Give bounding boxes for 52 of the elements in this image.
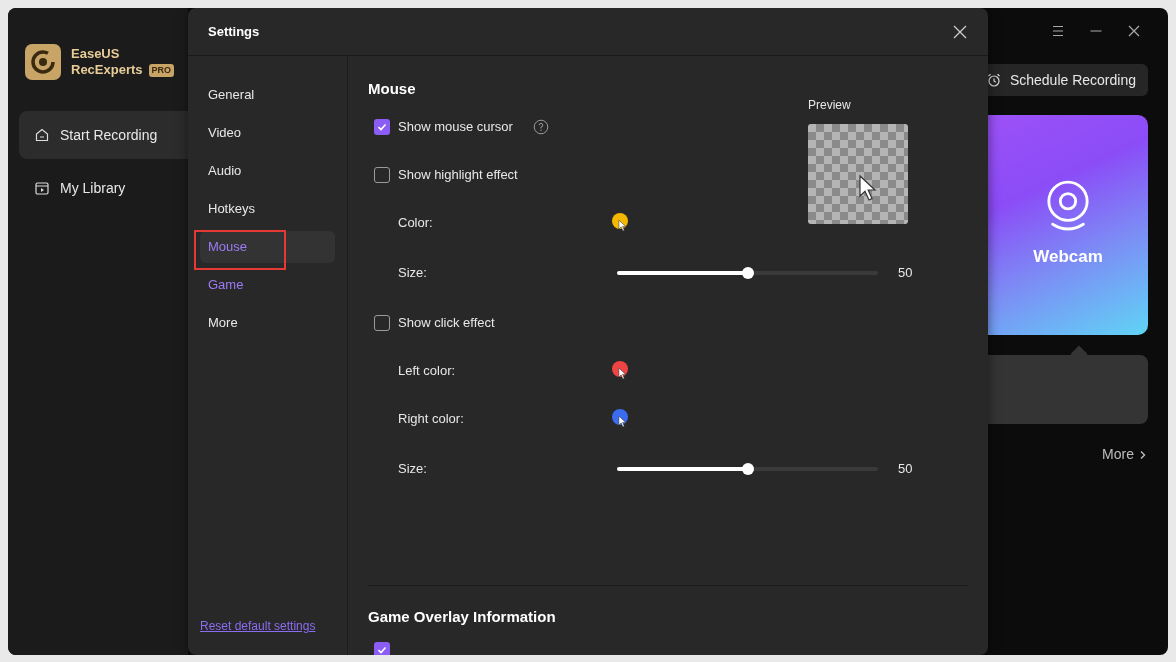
chevron-right-icon <box>1138 449 1148 460</box>
setting-label: Size: <box>398 459 428 478</box>
menu-icon[interactable] <box>1050 23 1066 39</box>
more-link[interactable]: More <box>1102 444 1148 465</box>
alarm-clock-icon <box>985 72 1002 88</box>
setting-label: Left color: <box>398 361 457 380</box>
settings-nav-item[interactable]: Mouse <box>200 231 335 263</box>
slider-thumb[interactable] <box>741 462 754 475</box>
setting-label: Size: <box>398 263 428 282</box>
section-title: Game Overlay Information <box>368 606 557 627</box>
app-name: EaseUS <box>71 46 121 62</box>
home-icon <box>34 127 50 143</box>
checkbox[interactable] <box>374 166 390 183</box>
setting-label: Right color: <box>398 409 465 428</box>
help-icon[interactable] <box>532 118 549 135</box>
check-icon <box>376 644 388 655</box>
checkbox[interactable] <box>374 118 390 135</box>
video-library-icon <box>34 180 50 196</box>
cursor-icon <box>618 366 627 380</box>
slider-value: 50 <box>898 459 913 478</box>
reset-default-settings-link[interactable]: Reset default settings <box>200 617 335 635</box>
cursor-icon <box>618 218 627 232</box>
dialog-title: Settings <box>208 22 260 41</box>
checkbox[interactable] <box>374 642 390 655</box>
color-picker[interactable] <box>612 212 629 233</box>
preview-label: Preview <box>808 97 852 114</box>
section-title: Mouse <box>368 79 417 99</box>
setting-label: Color: <box>398 213 434 232</box>
settings-nav-item[interactable]: More <box>200 307 335 339</box>
webcam-card-title: Webcam <box>1033 246 1103 269</box>
settings-nav-item[interactable]: Video <box>200 117 335 149</box>
checkbox-label: Show click effect <box>398 313 495 332</box>
app-logo-icon <box>25 44 61 80</box>
sidebar-item[interactable]: My Library <box>19 164 188 212</box>
cursor-icon <box>618 414 627 428</box>
cursor-icon <box>858 174 878 202</box>
color-picker[interactable] <box>612 408 629 429</box>
settings-nav-item[interactable]: Hotkeys <box>200 193 335 225</box>
checkbox-label: Show mouse cursor <box>398 117 513 136</box>
checkbox-label: Show highlight effect <box>398 165 518 184</box>
pro-badge: PRO <box>148 63 175 77</box>
color-picker[interactable] <box>612 360 629 381</box>
sidebar-item[interactable]: Start Recording <box>19 111 188 159</box>
settings-nav-item[interactable]: General <box>200 79 335 111</box>
close-icon[interactable] <box>1126 23 1142 39</box>
settings-nav-item[interactable]: Audio <box>200 155 335 187</box>
close-icon[interactable] <box>952 23 968 40</box>
settings-nav-item[interactable]: Game <box>200 269 335 301</box>
checkbox[interactable] <box>374 314 390 331</box>
app-name: RecExperts <box>71 62 143 78</box>
slider-thumb[interactable] <box>741 266 754 279</box>
slider-value: 50 <box>898 263 913 282</box>
